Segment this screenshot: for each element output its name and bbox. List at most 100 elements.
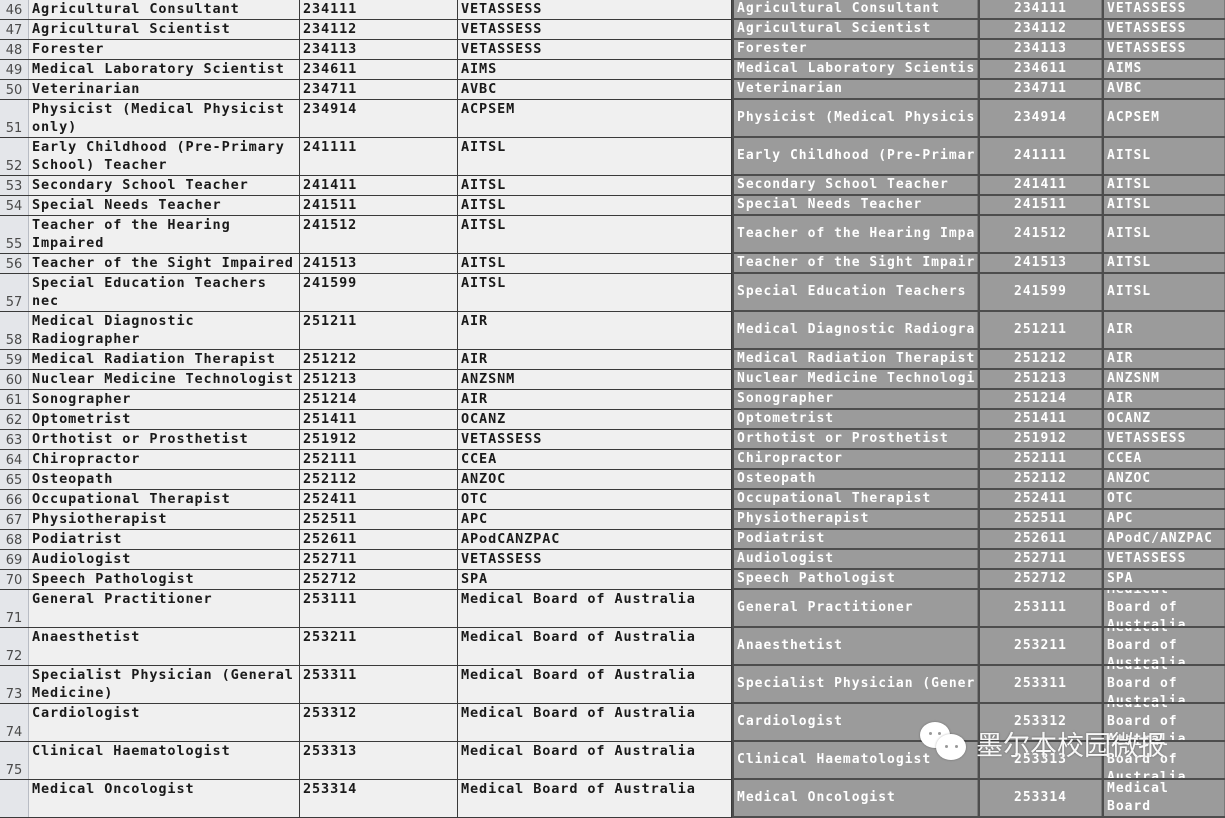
authority-cell[interactable]: VETASSESS — [458, 550, 732, 569]
occupation-cell[interactable]: Special Education Teachers nec — [29, 274, 300, 311]
authority-cell[interactable]: AITSL — [458, 138, 732, 175]
authority-cell[interactable]: ANZSNM — [458, 370, 732, 389]
code-cell[interactable]: 234711 — [300, 80, 458, 99]
code-cell[interactable]: 252511 — [300, 510, 458, 529]
occupation-cell[interactable]: Medical Radiation Therapist — [29, 350, 300, 369]
row-number[interactable]: 75 — [0, 742, 29, 779]
authority-cell[interactable]: VETASSESS — [458, 430, 732, 449]
occupation-cell[interactable]: Physicist (Medical Physicis — [732, 100, 978, 136]
table-row[interactable]: Forester 234113 VETASSESS — [732, 40, 1225, 60]
authority-cell[interactable]: VETASSESS — [1102, 20, 1225, 38]
row-number[interactable]: 62 — [0, 410, 29, 429]
authority-cell[interactable]: VETASSESS — [1102, 430, 1225, 448]
table-row[interactable]: 61 Sonographer 251214 AIR — [0, 390, 732, 410]
table-row[interactable]: 57 Special Education Teachers nec 241599 AI… — [0, 274, 732, 312]
authority-cell[interactable]: AITSL — [1102, 216, 1225, 252]
occupation-cell[interactable]: Medical Radiation Therapist — [732, 350, 978, 368]
row-number[interactable]: 47 — [0, 20, 29, 39]
occupation-cell[interactable]: Medical Laboratory Scientis — [732, 60, 978, 78]
authority-cell[interactable]: VETASSESS — [1102, 0, 1225, 18]
occupation-cell[interactable]: Early Childhood (Pre-Primar — [732, 138, 978, 174]
table-row[interactable]: Secondary School Teacher 241411 AITSL — [732, 176, 1225, 196]
table-row[interactable]: Osteopath 252112 ANZOC — [732, 470, 1225, 490]
occupation-cell[interactable]: Forester — [29, 40, 300, 59]
occupation-cell[interactable]: Special Needs Teacher — [732, 196, 978, 214]
code-cell[interactable]: 253111 — [978, 590, 1102, 626]
table-row[interactable]: 71 General Practitioner 253111 Medical Boar… — [0, 590, 732, 628]
table-row[interactable]: 46 Agricultural Consultant 234111 VETASSESS — [0, 0, 732, 20]
authority-cell[interactable]: AITSL — [1102, 176, 1225, 194]
code-cell[interactable]: 251411 — [300, 410, 458, 429]
occupation-cell[interactable]: Special Needs Teacher — [29, 196, 300, 215]
row-number[interactable]: 61 — [0, 390, 29, 409]
code-cell[interactable]: 234711 — [978, 80, 1102, 98]
table-row[interactable]: 58 Medical Diagnostic Radiographer 251211 A… — [0, 312, 732, 350]
table-row[interactable]: Nuclear Medicine Technologi 251213 ANZSNM — [732, 370, 1225, 390]
occupation-cell[interactable]: Medical Laboratory Scientist — [29, 60, 300, 79]
table-row[interactable]: Chiropractor 252111 CCEA — [732, 450, 1225, 470]
table-row[interactable]: Physicist (Medical Physicis 234914 ACPSEM — [732, 100, 1225, 138]
code-cell[interactable]: 251214 — [978, 390, 1102, 408]
occupation-cell[interactable]: Anaesthetist — [732, 628, 978, 664]
authority-cell[interactable]: AIR — [458, 350, 732, 369]
code-cell[interactable]: 253311 — [978, 666, 1102, 702]
occupation-cell[interactable]: Teacher of the Sight Impaired — [29, 254, 300, 273]
code-cell[interactable]: 252112 — [978, 470, 1102, 488]
occupation-cell[interactable]: Physicist (Medical Physicist only) — [29, 100, 300, 137]
table-row[interactable]: Agricultural Scientist 234112 VETASSESS — [732, 20, 1225, 40]
authority-cell[interactable]: AIR — [1102, 350, 1225, 368]
authority-cell[interactable]: Medical Board of Australia — [1102, 628, 1225, 664]
occupation-cell[interactable]: Audiologist — [29, 550, 300, 569]
occupation-cell[interactable]: Osteopath — [29, 470, 300, 489]
authority-cell[interactable]: VETASSESS — [458, 0, 732, 19]
authority-cell[interactable]: AIR — [458, 390, 732, 409]
table-row[interactable]: 69 Audiologist 252711 VETASSESS — [0, 550, 732, 570]
table-row[interactable]: Audiologist 252711 VETASSESS — [732, 550, 1225, 570]
code-cell[interactable]: 251912 — [300, 430, 458, 449]
authority-cell[interactable]: AIR — [458, 312, 732, 349]
row-number[interactable]: 71 — [0, 590, 29, 627]
table-row[interactable]: 52 Early Childhood (Pre-Primary School) T… — [0, 138, 732, 176]
occupation-cell[interactable]: Physiotherapist — [732, 510, 978, 528]
occupation-cell[interactable]: Speech Pathologist — [732, 570, 978, 588]
authority-cell[interactable]: AIMS — [1102, 60, 1225, 78]
code-cell[interactable]: 251213 — [978, 370, 1102, 388]
authority-cell[interactable]: APodCANZPAC — [458, 530, 732, 549]
occupation-cell[interactable]: Chiropractor — [732, 450, 978, 468]
authority-cell[interactable]: AITSL — [458, 274, 732, 311]
authority-cell[interactable]: AITSL — [1102, 138, 1225, 174]
occupation-cell[interactable]: Forester — [732, 40, 978, 58]
row-number[interactable]: 51 — [0, 100, 29, 137]
table-row[interactable]: Early Childhood (Pre-Primar 241111 AITSL — [732, 138, 1225, 176]
code-cell[interactable]: 251211 — [300, 312, 458, 349]
code-cell[interactable]: 241599 — [300, 274, 458, 311]
occupation-cell[interactable]: General Practitioner — [732, 590, 978, 626]
row-number[interactable]: 72 — [0, 628, 29, 665]
authority-cell[interactable]: Medical Board of Australia — [458, 590, 732, 627]
table-row[interactable]: 50 Veterinarian 234711 AVBC — [0, 80, 732, 100]
occupation-cell[interactable]: Orthotist or Prosthetist — [29, 430, 300, 449]
table-row[interactable]: Medical Oncologist 253314 Medical Board of… — [0, 780, 732, 818]
code-cell[interactable]: 252611 — [978, 530, 1102, 548]
authority-cell[interactable]: Medical Board of Australia — [458, 742, 732, 779]
table-row[interactable]: 62 Optometrist 251411 OCANZ — [0, 410, 732, 430]
table-row[interactable]: 56 Teacher of the Sight Impaired 241513 AIT… — [0, 254, 732, 274]
row-number[interactable]: 49 — [0, 60, 29, 79]
row-number[interactable]: 57 — [0, 274, 29, 311]
code-cell[interactable]: 252511 — [978, 510, 1102, 528]
occupation-cell[interactable]: Anaesthetist — [29, 628, 300, 665]
authority-cell[interactable]: OCANZ — [1102, 410, 1225, 428]
code-cell[interactable]: 252112 — [300, 470, 458, 489]
code-cell[interactable]: 234111 — [978, 0, 1102, 18]
occupation-cell[interactable]: Nuclear Medicine Technologist — [29, 370, 300, 389]
table-row[interactable]: 54 Special Needs Teacher 241511 AITSL — [0, 196, 732, 216]
code-cell[interactable]: 234112 — [300, 20, 458, 39]
authority-cell[interactable]: VETASSESS — [1102, 40, 1225, 58]
authority-cell[interactable]: Medical Board of Australia — [458, 704, 732, 741]
table-row[interactable]: 68 Podiatrist 252611 APodCANZPAC — [0, 530, 732, 550]
row-number[interactable]: 64 — [0, 450, 29, 469]
authority-cell[interactable]: AITSL — [1102, 196, 1225, 214]
code-cell[interactable]: 252411 — [300, 490, 458, 509]
occupation-cell[interactable]: Audiologist — [732, 550, 978, 568]
code-cell[interactable]: 252611 — [300, 530, 458, 549]
